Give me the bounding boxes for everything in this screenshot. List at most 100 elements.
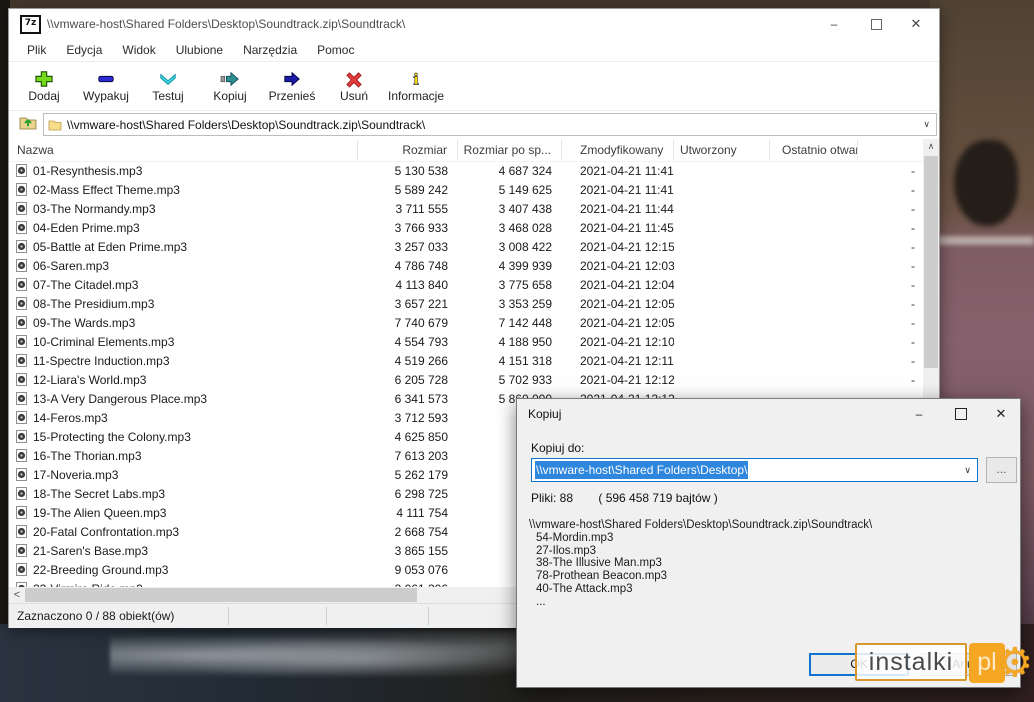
address-path: \\vmware-host\Shared Folders\Desktop\Sou… bbox=[67, 118, 918, 132]
table-row[interactable]: 05-Battle at Eden Prime.mp33 257 0333 00… bbox=[9, 237, 925, 256]
table-row[interactable]: 06-Saren.mp34 786 7484 399 9392021-04-21… bbox=[9, 256, 925, 275]
table-row[interactable]: 11-Spectre Induction.mp34 519 2664 151 3… bbox=[9, 351, 925, 370]
browse-button[interactable]: ... bbox=[986, 457, 1017, 483]
files-count: Pliki: 88 bbox=[531, 491, 573, 505]
menu-edycja[interactable]: Edycja bbox=[56, 41, 112, 59]
file-name: 14-Feros.mp3 bbox=[33, 411, 108, 425]
menu-widok[interactable]: Widok bbox=[112, 41, 165, 59]
column-header-zmodyfikowany[interactable]: Zmodyfikowany bbox=[562, 140, 674, 161]
mp3-file-icon bbox=[16, 202, 27, 215]
gear-icon: ⚙ bbox=[997, 641, 1033, 685]
scroll-up-icon[interactable]: ∧ bbox=[923, 139, 939, 155]
mp3-file-icon bbox=[16, 221, 27, 234]
file-name: 05-Battle at Eden Prime.mp3 bbox=[33, 240, 187, 254]
copy-button[interactable]: Kopiuj bbox=[199, 70, 261, 103]
file-name: 08-The Presidium.mp3 bbox=[33, 297, 154, 311]
close-icon: ✕ bbox=[996, 406, 1007, 422]
table-row[interactable]: 09-The Wards.mp37 740 6797 142 4482021-0… bbox=[9, 313, 925, 332]
mp3-file-icon bbox=[16, 240, 27, 253]
window-title: \\vmware-host\Shared Folders\Desktop\Sou… bbox=[47, 17, 405, 31]
address-chevron-down-icon[interactable]: ∨ bbox=[923, 119, 932, 130]
toolbar: Dodaj Wypakuj Testuj Kopiuj Przenieś Usu… bbox=[9, 62, 939, 111]
dialog-close-button[interactable]: ✕ bbox=[984, 399, 1018, 429]
file-name: 03-The Normandy.mp3 bbox=[33, 202, 156, 216]
files-bytes: ( 596 458 719 bajtów ) bbox=[598, 491, 717, 505]
info-button[interactable]: i Informacje bbox=[385, 70, 447, 103]
column-header-nazwa[interactable]: Nazwa bbox=[9, 140, 358, 161]
mp3-file-icon bbox=[16, 468, 27, 481]
wallpaper-cave-shadow bbox=[954, 140, 1018, 226]
destination-chevron-down-icon[interactable]: ∨ bbox=[964, 465, 977, 476]
menu-bar: Plik Edycja Widok Ulubione Narzędzia Pom… bbox=[9, 39, 939, 62]
column-header-rozmiar[interactable]: Rozmiar bbox=[358, 140, 458, 161]
move-button[interactable]: Przenieś bbox=[261, 70, 323, 103]
table-row[interactable]: 12-Liara's World.mp36 205 7285 702 93320… bbox=[9, 370, 925, 389]
test-check-icon bbox=[157, 70, 179, 88]
destination-combo[interactable]: \\vmware-host\Shared Folders\Desktop\ ∨ bbox=[531, 458, 978, 482]
add-plus-icon bbox=[33, 70, 55, 88]
folder-icon bbox=[48, 119, 62, 131]
dialog-title-bar[interactable]: Kopiuj – ✕ bbox=[517, 399, 1020, 429]
file-name: 22-Breeding Ground.mp3 bbox=[33, 563, 168, 577]
copy-to-label: Kopiuj do: bbox=[531, 441, 584, 455]
scroll-left-icon[interactable]: < bbox=[9, 589, 25, 601]
file-name: 01-Resynthesis.mp3 bbox=[33, 164, 142, 178]
minimize-icon: – bbox=[831, 17, 838, 31]
mp3-file-icon bbox=[16, 430, 27, 443]
file-name: 07-The Citadel.mp3 bbox=[33, 278, 138, 292]
status-divider bbox=[326, 607, 327, 625]
title-bar[interactable]: 7z \\vmware-host\Shared Folders\Desktop\… bbox=[9, 9, 939, 39]
file-name: 11-Spectre Induction.mp3 bbox=[33, 354, 170, 368]
copy-file-line: 78-Prothean Beacon.mp3 bbox=[529, 570, 1009, 583]
minimize-button[interactable]: – bbox=[817, 9, 851, 39]
test-button[interactable]: Testuj bbox=[137, 70, 199, 103]
copy-file-line: 40-The Attack.mp3 bbox=[529, 583, 1009, 596]
mp3-file-icon bbox=[16, 563, 27, 576]
mp3-file-icon bbox=[16, 525, 27, 538]
dialog-maximize-button[interactable] bbox=[944, 399, 978, 429]
wallpaper-foam-patches bbox=[110, 630, 570, 676]
column-header-row: Nazwa Rozmiar Rozmiar po sp... Zmodyfiko… bbox=[9, 139, 925, 162]
7zip-app-icon: 7z bbox=[20, 15, 41, 34]
delete-x-icon bbox=[343, 70, 365, 88]
close-button[interactable]: ✕ bbox=[899, 9, 933, 39]
column-header-utworzony[interactable]: Utworzony bbox=[674, 140, 770, 161]
file-name: 09-The Wards.mp3 bbox=[33, 316, 135, 330]
menu-plik[interactable]: Plik bbox=[17, 41, 56, 59]
files-summary: Pliki: 88 ( 596 458 719 bajtów ) bbox=[531, 491, 718, 505]
file-name: 18-The Secret Labs.mp3 bbox=[33, 487, 165, 501]
maximize-button[interactable] bbox=[859, 9, 893, 39]
extract-button[interactable]: Wypakuj bbox=[75, 70, 137, 103]
mp3-file-icon bbox=[16, 335, 27, 348]
status-divider bbox=[428, 607, 429, 625]
table-row[interactable]: 02-Mass Effect Theme.mp35 589 2425 149 6… bbox=[9, 180, 925, 199]
column-header-ostatnio-otwarty[interactable]: Ostatnio otwarty bbox=[770, 140, 858, 161]
source-path: \\vmware-host\Shared Folders\Desktop\Sou… bbox=[529, 519, 1009, 532]
navigate-up-button[interactable] bbox=[19, 114, 37, 135]
menu-pomoc[interactable]: Pomoc bbox=[307, 41, 364, 59]
dialog-minimize-button[interactable]: – bbox=[902, 399, 936, 429]
menu-narzedzia[interactable]: Narzędzia bbox=[233, 41, 307, 59]
column-header-spacer bbox=[858, 140, 925, 161]
add-button[interactable]: Dodaj bbox=[13, 70, 75, 103]
vertical-scroll-thumb[interactable] bbox=[924, 156, 938, 368]
table-row[interactable]: 01-Resynthesis.mp35 130 5384 687 3242021… bbox=[9, 161, 925, 180]
table-row[interactable]: 07-The Citadel.mp34 113 8403 775 6582021… bbox=[9, 275, 925, 294]
file-name: 02-Mass Effect Theme.mp3 bbox=[33, 183, 180, 197]
file-name: 21-Saren's Base.mp3 bbox=[33, 544, 148, 558]
column-header-rozmiar-po-sp[interactable]: Rozmiar po sp... bbox=[458, 140, 562, 161]
close-icon: ✕ bbox=[911, 16, 922, 32]
address-combo[interactable]: \\vmware-host\Shared Folders\Desktop\Sou… bbox=[43, 113, 937, 136]
table-row[interactable]: 10-Criminal Elements.mp34 554 7934 188 9… bbox=[9, 332, 925, 351]
table-row[interactable]: 04-Eden Prime.mp33 766 9333 468 0282021-… bbox=[9, 218, 925, 237]
mp3-file-icon bbox=[16, 373, 27, 386]
delete-button[interactable]: Usuń bbox=[323, 70, 385, 103]
table-row[interactable]: 08-The Presidium.mp33 657 2213 353 25920… bbox=[9, 294, 925, 313]
menu-ulubione[interactable]: Ulubione bbox=[166, 41, 233, 59]
table-row[interactable]: 03-The Normandy.mp33 711 5553 407 438202… bbox=[9, 199, 925, 218]
status-divider bbox=[228, 607, 229, 625]
horizontal-scroll-thumb[interactable] bbox=[25, 588, 417, 602]
mp3-file-icon bbox=[16, 544, 27, 557]
mp3-file-icon bbox=[16, 392, 27, 405]
file-name: 06-Saren.mp3 bbox=[33, 259, 109, 273]
